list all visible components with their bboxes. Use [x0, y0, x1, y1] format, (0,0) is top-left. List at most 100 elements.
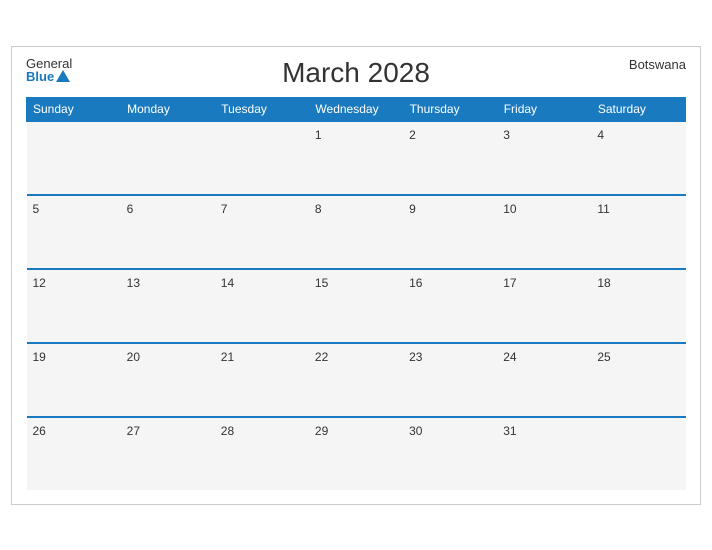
table-cell: 30 [403, 417, 497, 490]
day-cell: 25 [591, 344, 685, 416]
day-cell: 16 [403, 270, 497, 342]
day-number: 25 [597, 350, 610, 364]
day-cell: 20 [121, 344, 215, 416]
day-number: 27 [127, 424, 140, 438]
table-cell: 28 [215, 417, 309, 490]
calendar-grid: Sunday Monday Tuesday Wednesday Thursday… [26, 97, 686, 490]
table-cell: 31 [497, 417, 591, 490]
table-cell: 16 [403, 269, 497, 343]
day-cell: 31 [497, 418, 591, 490]
day-number: 30 [409, 424, 422, 438]
table-cell: 19 [27, 343, 121, 417]
day-cell: 19 [27, 344, 121, 416]
day-number: 24 [503, 350, 516, 364]
day-cell: 28 [215, 418, 309, 490]
country-label: Botswana [629, 57, 686, 72]
calendar-container: General Blue March 2028 Botswana Sunday … [11, 46, 701, 505]
day-cell: 21 [215, 344, 309, 416]
day-number: 3 [503, 128, 510, 142]
day-number: 5 [33, 202, 40, 216]
day-number: 26 [33, 424, 46, 438]
day-number: 17 [503, 276, 516, 290]
day-number: 21 [221, 350, 234, 364]
day-cell: 9 [403, 196, 497, 268]
table-cell: 15 [309, 269, 403, 343]
day-cell: 17 [497, 270, 591, 342]
day-number: 12 [33, 276, 46, 290]
day-number: 1 [315, 128, 322, 142]
day-number: 7 [221, 202, 228, 216]
day-number: 23 [409, 350, 422, 364]
logo: General Blue [26, 57, 72, 83]
table-cell: 25 [591, 343, 685, 417]
table-cell: 7 [215, 195, 309, 269]
day-cell [121, 122, 215, 194]
table-cell [215, 121, 309, 195]
day-cell: 26 [27, 418, 121, 490]
day-cell: 18 [591, 270, 685, 342]
table-cell: 17 [497, 269, 591, 343]
day-cell: 14 [215, 270, 309, 342]
day-number: 16 [409, 276, 422, 290]
table-cell [591, 417, 685, 490]
day-number: 13 [127, 276, 140, 290]
day-number: 29 [315, 424, 328, 438]
table-cell: 23 [403, 343, 497, 417]
day-cell [27, 122, 121, 194]
day-cell: 10 [497, 196, 591, 268]
day-cell: 7 [215, 196, 309, 268]
day-number: 6 [127, 202, 134, 216]
logo-general-text: General [26, 57, 72, 70]
day-number: 22 [315, 350, 328, 364]
day-number: 28 [221, 424, 234, 438]
table-cell: 8 [309, 195, 403, 269]
header-friday: Friday [497, 97, 591, 121]
table-cell: 5 [27, 195, 121, 269]
day-number: 19 [33, 350, 46, 364]
table-cell: 24 [497, 343, 591, 417]
calendar-title: March 2028 [282, 57, 430, 89]
day-cell: 22 [309, 344, 403, 416]
day-cell: 27 [121, 418, 215, 490]
header-thursday: Thursday [403, 97, 497, 121]
day-header-row: Sunday Monday Tuesday Wednesday Thursday… [27, 97, 686, 121]
day-number: 18 [597, 276, 610, 290]
table-cell: 14 [215, 269, 309, 343]
header-tuesday: Tuesday [215, 97, 309, 121]
logo-triangle-icon [56, 70, 70, 82]
week-row-2: 12 13 14 15 16 17 18 [27, 269, 686, 343]
header-sunday: Sunday [27, 97, 121, 121]
day-number: 31 [503, 424, 516, 438]
table-cell: 20 [121, 343, 215, 417]
day-cell: 6 [121, 196, 215, 268]
week-row-0: 1 23 4 [27, 121, 686, 195]
calendar-body: 1234567891011121314151617181920212223242… [27, 121, 686, 490]
week-row-4: 26 27 28 29 30 31 [27, 417, 686, 490]
week-row-1: 5 6 7 8 9 10 11 [27, 195, 686, 269]
day-cell: 3 [497, 122, 591, 194]
logo-blue-text: Blue [26, 70, 72, 83]
week-row-3: 19 20 21 22 23 24 25 [27, 343, 686, 417]
table-cell: 22 [309, 343, 403, 417]
day-cell: 12 [27, 270, 121, 342]
day-cell: 15 [309, 270, 403, 342]
day-number: 8 [315, 202, 322, 216]
table-cell: 10 [497, 195, 591, 269]
table-cell: 6 [121, 195, 215, 269]
day-number: 15 [315, 276, 328, 290]
day-number: 10 [503, 202, 516, 216]
table-cell: 2 [403, 121, 497, 195]
table-cell: 9 [403, 195, 497, 269]
day-number: 20 [127, 350, 140, 364]
header-wednesday: Wednesday [309, 97, 403, 121]
day-cell [591, 418, 685, 490]
table-cell [121, 121, 215, 195]
day-number: 4 [597, 128, 604, 142]
day-cell: 24 [497, 344, 591, 416]
table-cell: 11 [591, 195, 685, 269]
day-number: 11 [597, 202, 609, 216]
day-cell [215, 122, 309, 194]
day-cell: 2 [403, 122, 497, 194]
calendar-header: General Blue March 2028 Botswana [26, 57, 686, 89]
table-cell [27, 121, 121, 195]
